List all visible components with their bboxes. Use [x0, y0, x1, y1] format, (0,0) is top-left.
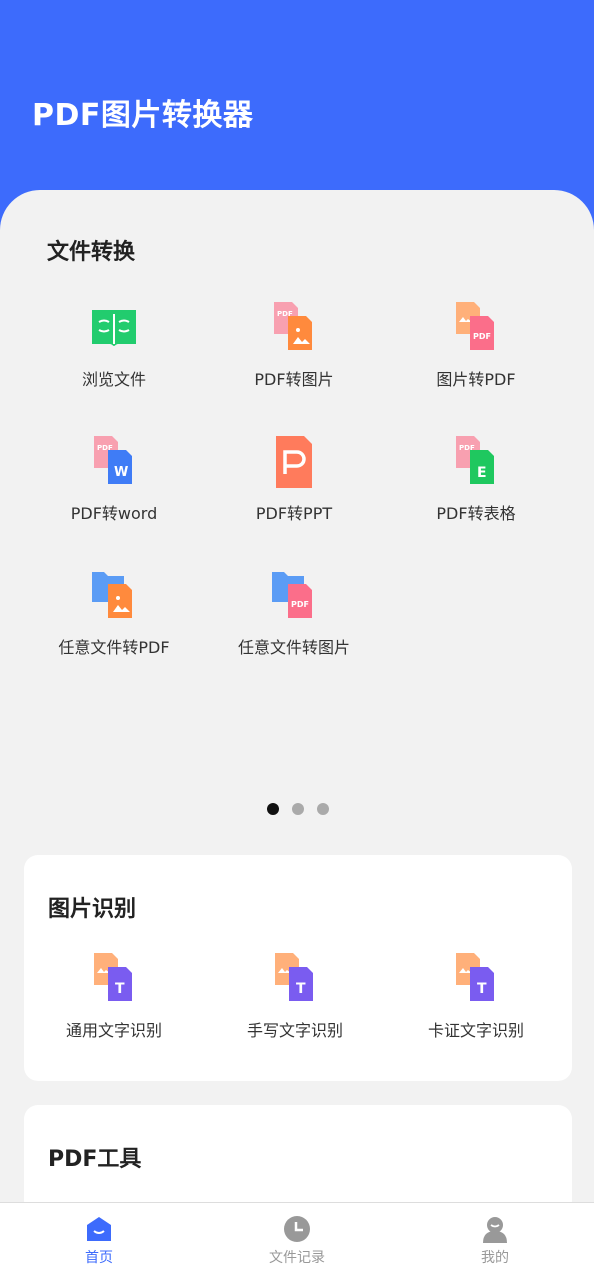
grid-item-label: PDF转图片 — [254, 370, 334, 389]
file-conversion-title: 文件转换 — [47, 240, 136, 265]
general-ocr-button[interactable]: T 通用文字识别 — [24, 951, 204, 1041]
tab-label: 我的 — [481, 1250, 509, 1266]
tab-label: 文件记录 — [269, 1250, 325, 1266]
pdf-to-word-button[interactable]: PDF W PDF转word — [24, 434, 204, 524]
pdf-to-image-button[interactable]: PDF PDF转图片 — [204, 300, 384, 390]
tab-file-records[interactable]: 文件记录 — [237, 1215, 357, 1267]
pdf-to-ppt-button[interactable]: PDF转PPT — [204, 434, 384, 524]
handwriting-ocr-button[interactable]: T 手写文字识别 — [205, 951, 385, 1041]
svg-text:PDF: PDF — [291, 600, 309, 609]
pdf-to-excel-icon: PDF E — [456, 436, 494, 484]
grid-item-label: 任意文件转PDF — [58, 638, 170, 657]
user-icon — [483, 1217, 507, 1243]
page-indicator — [267, 803, 329, 815]
handwriting-ocr-icon: T — [275, 953, 313, 1001]
svg-text:W: W — [114, 465, 128, 480]
image-recognition-card: 图片识别 T 通用文字识别 T 手写文字识别 T 卡证文字识别 — [24, 855, 572, 1081]
svg-text:T: T — [477, 981, 487, 997]
grid-item-label: 任意文件转图片 — [237, 638, 350, 657]
browse-file-button[interactable]: 浏览文件 — [24, 300, 204, 390]
file-to-image-button[interactable]: PDF 任意文件转图片 — [204, 568, 384, 658]
grid-item-label: 手写文字识别 — [246, 1021, 343, 1040]
file-to-pdf-button[interactable]: 任意文件转PDF — [24, 568, 204, 658]
card-ocr-button[interactable]: T 卡证文字识别 — [386, 951, 566, 1041]
grid-item-label: 图片转PDF — [436, 370, 516, 389]
pdf-to-excel-button[interactable]: PDF E PDF转表格 — [386, 434, 566, 524]
grid-item-label: PDF转PPT — [255, 504, 333, 523]
pdf-tools-card: PDF工具 — [24, 1105, 572, 1215]
page-dot-2[interactable] — [292, 803, 304, 815]
svg-text:PDF: PDF — [473, 332, 491, 341]
app-title: PDF图片转换器 — [32, 98, 254, 133]
clock-icon — [284, 1216, 310, 1242]
tab-label: 首页 — [85, 1250, 113, 1266]
home-icon — [87, 1217, 111, 1241]
image-to-pdf-button[interactable]: PDF 图片转PDF — [386, 300, 566, 390]
grid-item-label: PDF转word — [70, 504, 158, 523]
tab-mine[interactable]: 我的 — [435, 1215, 555, 1267]
svg-text:T: T — [115, 981, 125, 997]
file-to-image-icon: PDF — [272, 572, 312, 618]
book-icon — [92, 310, 136, 346]
text-ocr-icon: T — [94, 953, 132, 1001]
grid-item-label: PDF转表格 — [436, 504, 516, 523]
pdf-to-word-icon: PDF W — [94, 436, 132, 484]
image-to-pdf-icon: PDF — [456, 302, 494, 350]
card-ocr-icon: T — [456, 953, 494, 1001]
svg-text:T: T — [296, 981, 306, 997]
svg-text:E: E — [477, 465, 487, 481]
file-to-pdf-icon — [92, 572, 132, 618]
bottom-tab-bar: 首页 文件记录 我的 — [0, 1202, 594, 1281]
pdf-to-image-icon: PDF — [274, 302, 312, 350]
image-recognition-title: 图片识别 — [48, 897, 137, 922]
pdf-to-ppt-icon — [276, 436, 312, 488]
grid-item-label: 浏览文件 — [81, 370, 146, 389]
page-dot-3[interactable] — [317, 803, 329, 815]
grid-item-label: 卡证文字识别 — [427, 1021, 524, 1040]
page-dot-1[interactable] — [267, 803, 279, 815]
pdf-tools-title: PDF工具 — [48, 1147, 142, 1172]
grid-item-label: 通用文字识别 — [65, 1021, 162, 1040]
tab-home[interactable]: 首页 — [39, 1215, 159, 1267]
